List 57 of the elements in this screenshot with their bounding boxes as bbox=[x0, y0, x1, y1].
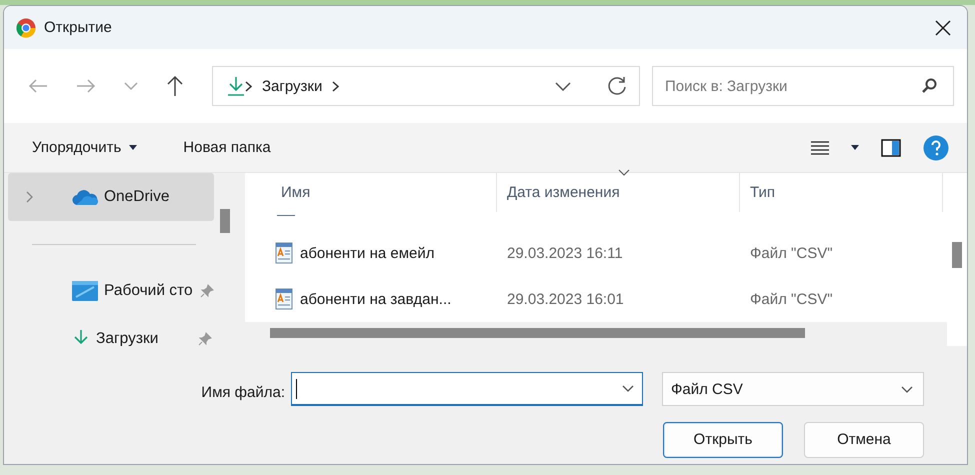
column-header[interactable]: Дата изменения bbox=[497, 173, 740, 212]
search-icon bbox=[921, 78, 937, 94]
sidebar-label: OneDrive bbox=[104, 188, 170, 206]
chevron-down-icon[interactable] bbox=[622, 385, 634, 392]
sidebar-label: Загрузки bbox=[96, 330, 160, 346]
field-label: Имя файла: bbox=[200, 384, 286, 401]
address-bar[interactable]: Загрузки bbox=[212, 66, 640, 106]
table-cell-text: Файл "CSV" bbox=[749, 290, 834, 308]
cloud-icon bbox=[72, 188, 98, 206]
open-button[interactable]: Открыть bbox=[663, 422, 783, 458]
organize-button[interactable]: Упорядочить bbox=[32, 139, 138, 156]
new-folder-button[interactable]: Новая папка bbox=[183, 139, 271, 156]
sidebar-label: Рабочий сто bbox=[104, 282, 194, 300]
forward-arrow-icon bbox=[76, 78, 96, 94]
file-name: абоненти на завдан... bbox=[300, 290, 452, 308]
browser-logo-icon bbox=[16, 18, 36, 38]
breadcrumb[interactable]: Загрузки bbox=[262, 78, 322, 94]
table-cell-text: 29.03.2023 16:11 bbox=[506, 244, 624, 262]
chevron-down-icon[interactable] bbox=[555, 82, 571, 90]
sidebar-item[interactable]: OneDrive bbox=[8, 173, 214, 221]
dropdown-caret-icon bbox=[129, 145, 138, 150]
column-header[interactable]: Тип bbox=[740, 173, 943, 212]
text-file-icon bbox=[275, 288, 293, 310]
refresh-icon[interactable] bbox=[607, 76, 627, 96]
download-icon bbox=[72, 329, 90, 346]
cancel-button[interactable]: Отмена bbox=[804, 422, 924, 458]
sidebar-item[interactable]: Рабочий сто bbox=[8, 267, 214, 315]
back-arrow-icon bbox=[28, 78, 48, 94]
desktop-folder-icon bbox=[72, 281, 98, 301]
close-icon bbox=[935, 20, 951, 36]
chevron-right-icon bbox=[245, 80, 252, 92]
up-arrow-icon bbox=[166, 75, 184, 97]
search-field[interactable]: Поиск в: Загрузки bbox=[652, 66, 954, 106]
file-name-cell[interactable]: абоненти на емейл bbox=[245, 242, 497, 264]
file-name-field[interactable] bbox=[291, 372, 643, 406]
download-icon bbox=[227, 76, 245, 96]
scrollbar-thumb[interactable] bbox=[952, 242, 962, 268]
window-title: Открытие bbox=[44, 19, 112, 36]
list-view-icon[interactable] bbox=[811, 140, 829, 154]
column-header[interactable]: Имя bbox=[245, 173, 497, 212]
text-file-icon bbox=[275, 242, 293, 264]
chevron-down-icon bbox=[901, 386, 913, 392]
dropdown-caret-icon[interactable] bbox=[851, 145, 859, 150]
up-button[interactable] bbox=[166, 75, 184, 97]
scrollbar-thumb[interactable] bbox=[220, 209, 230, 233]
file-type-dropdown[interactable]: Файл CSV bbox=[662, 372, 924, 406]
chevron-down-icon bbox=[124, 82, 138, 90]
file-name: абоненти на емейл bbox=[300, 244, 435, 262]
help-icon[interactable] bbox=[923, 134, 949, 160]
search-placeholder: Поиск в: Загрузки bbox=[665, 78, 788, 94]
sidebar-item[interactable]: Загрузки bbox=[8, 315, 214, 346]
table-cell-text: 29.03.2023 16:01 bbox=[506, 290, 625, 308]
chevron-right-icon bbox=[332, 80, 340, 92]
preview-pane-icon[interactable] bbox=[881, 138, 901, 156]
scrollbar-thumb[interactable] bbox=[270, 328, 805, 338]
table-cell-text: Файл "CSV" bbox=[749, 244, 834, 262]
file-name-cell[interactable]: абоненти на завдан... bbox=[245, 288, 497, 310]
